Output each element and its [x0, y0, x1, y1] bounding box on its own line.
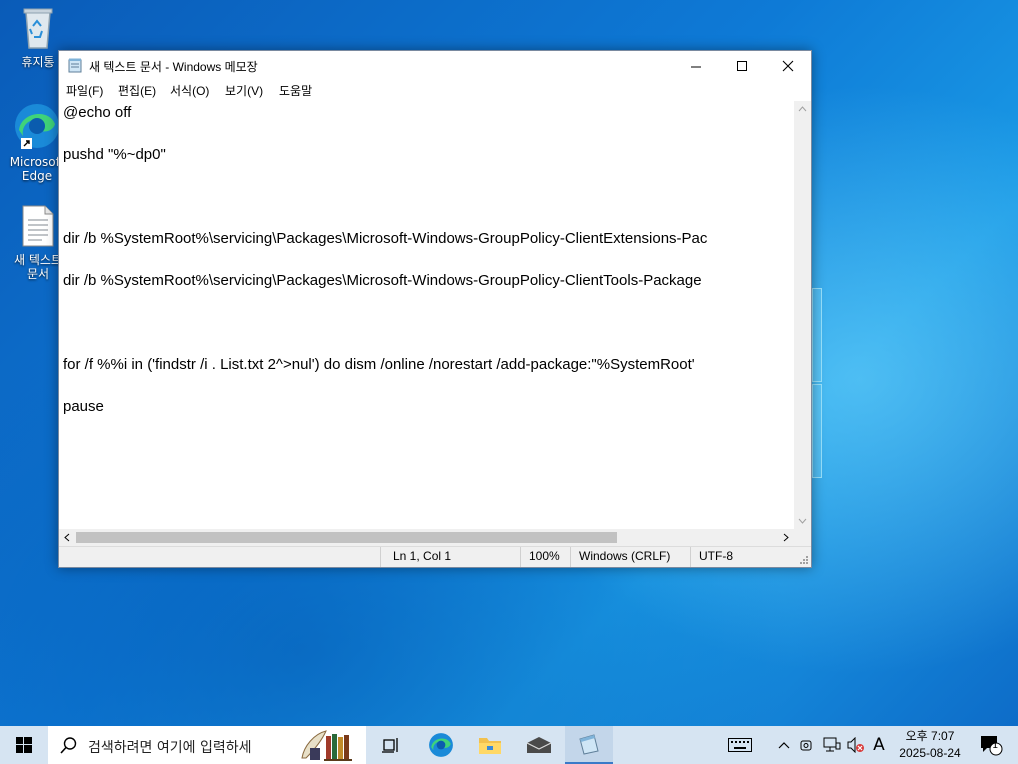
tray-network-button[interactable]: [820, 726, 844, 764]
ime-indicator[interactable]: A: [868, 726, 890, 764]
zoom-level: 100%: [529, 549, 560, 563]
scrollbar-corner: [794, 529, 811, 546]
scroll-right-icon[interactable]: [783, 533, 789, 542]
search-box[interactable]: 검색하려면 여기에 입력하세: [48, 726, 366, 764]
show-hidden-icons-button[interactable]: [774, 726, 794, 764]
close-button[interactable]: [765, 51, 811, 81]
notepad-window: 새 텍스트 문서 - Windows 메모장 파일(F) 편집(E) 서식(O)…: [58, 50, 812, 568]
task-view-button[interactable]: [367, 726, 415, 764]
text-editor[interactable]: @echo off pushd "%~dp0" dir /b %SystemRoot…: [59, 101, 794, 529]
scroll-down-icon[interactable]: [798, 518, 807, 524]
folder-icon: [479, 738, 501, 754]
tray-meet-now-button[interactable]: [796, 726, 818, 764]
editor-line: @echo off: [63, 104, 132, 121]
cursor-position: Ln 1, Col 1: [393, 549, 452, 563]
notepad-icon: [579, 734, 599, 755]
search-icon: [60, 737, 77, 754]
encoding: UTF-8: [699, 549, 733, 563]
status-bar: Ln 1, Col 1 100% Windows (CRLF) UTF-8: [59, 546, 811, 567]
menu-bar: 파일(F) 편집(E) 서식(O) 보기(V) 도움말: [59, 81, 811, 100]
menu-edit[interactable]: 편집(E): [118, 82, 156, 99]
camera-icon: [800, 740, 812, 751]
editor-line: dir /b %SystemRoot%\servicing\Packages\M…: [63, 230, 708, 247]
action-center-button[interactable]: 1: [976, 726, 1006, 764]
maximize-button[interactable]: [719, 51, 765, 81]
menu-help[interactable]: 도움말: [279, 82, 312, 99]
search-placeholder: 검색하려면 여기에 입력하세: [88, 740, 252, 756]
touch-keyboard-button[interactable]: [724, 726, 756, 764]
text-file-icon: [22, 205, 54, 247]
window-title: 새 텍스트 문서 - Windows 메모장: [89, 60, 258, 74]
scroll-up-icon[interactable]: [798, 106, 807, 112]
clock-time: 오후 7:07: [905, 729, 955, 743]
notification-icon: [981, 736, 1003, 756]
title-bar[interactable]: 새 텍스트 문서 - Windows 메모장: [59, 51, 811, 81]
recycle-bin-icon: [23, 8, 53, 49]
notepad-icon: [68, 58, 82, 73]
taskbar-notepad-button[interactable]: [565, 726, 613, 764]
horizontal-scrollbar[interactable]: [59, 529, 794, 546]
minimize-icon: [690, 66, 701, 67]
search-highlight-icon[interactable]: [296, 728, 360, 762]
line-ending: Windows (CRLF): [579, 549, 671, 563]
close-icon: [782, 60, 794, 72]
editor-line: pushd "%~dp0": [63, 146, 166, 163]
clock[interactable]: 오후 7:07 2025-08-24: [890, 728, 970, 762]
editor-line: dir /b %SystemRoot%\servicing\Packages\M…: [63, 272, 702, 289]
taskbar-file-explorer-button[interactable]: [466, 726, 514, 764]
edge-icon: [429, 733, 453, 757]
notification-count: 1: [992, 740, 999, 751]
edge-icon: [15, 104, 59, 149]
taskbar: 검색하려면 여기에 입력하세 A 오후 7:07 2025-08-24 1: [0, 726, 1018, 764]
tray-volume-button[interactable]: [845, 726, 867, 764]
taskbar-edge-button[interactable]: [417, 726, 465, 764]
chevron-up-icon: [778, 742, 790, 749]
clock-date: 2025-08-24: [899, 746, 961, 760]
menu-format[interactable]: 서식(O): [170, 82, 209, 99]
resize-grip-icon[interactable]: [799, 555, 809, 565]
editor-line: pause: [63, 398, 104, 415]
task-view-icon: [382, 738, 398, 753]
start-button[interactable]: [0, 726, 48, 764]
editor-line: for /f %%i in ('findstr /i . List.txt 2^…: [63, 356, 695, 373]
vertical-scrollbar[interactable]: [794, 101, 811, 529]
scroll-left-icon[interactable]: [64, 533, 70, 542]
maximize-icon: [736, 60, 747, 71]
minimize-button[interactable]: [673, 51, 719, 81]
keyboard-icon: [728, 738, 752, 752]
menu-file[interactable]: 파일(F): [66, 82, 103, 99]
mail-icon: [526, 737, 552, 753]
horizontal-scroll-thumb[interactable]: [76, 532, 617, 543]
network-icon: [823, 737, 841, 752]
volume-muted-icon: [847, 737, 864, 753]
windows-logo-icon: [16, 737, 32, 753]
taskbar-mail-button[interactable]: [515, 726, 563, 764]
menu-view[interactable]: 보기(V): [225, 82, 263, 99]
